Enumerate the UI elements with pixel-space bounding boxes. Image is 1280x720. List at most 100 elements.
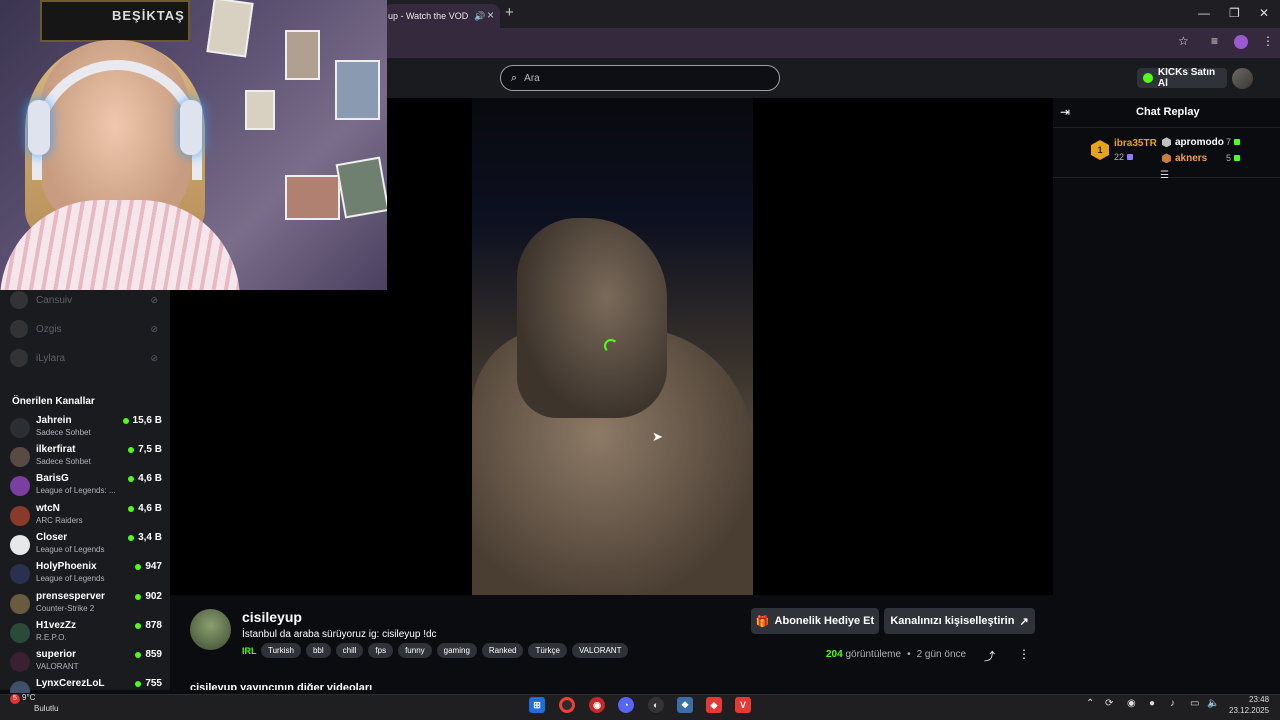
viewer-count: 7,5 B [128, 444, 162, 455]
recommended-channel[interactable]: Closer League of Legends 3,4 B [10, 531, 162, 559]
volume-icon[interactable]: 🔈 [1207, 698, 1219, 709]
viewer-count-value: 4,6 B [138, 503, 162, 514]
tag[interactable]: funny [398, 643, 432, 658]
clock[interactable]: 23:48 23.12.2025 [1229, 694, 1269, 716]
followed-channel[interactable]: Ozgis ⊘ [10, 319, 160, 339]
collapse-chat-icon[interactable]: ⇥ [1060, 105, 1070, 119]
discord-icon[interactable]: ◔ [618, 697, 634, 713]
mouse-cursor-icon: ➤ [652, 429, 663, 444]
speaker-icon[interactable]: 🔊 [474, 11, 485, 22]
close-tab-icon[interactable]: × [487, 8, 494, 22]
rank-badge-icon [1162, 153, 1171, 164]
close-window-button[interactable]: ✕ [1259, 6, 1269, 20]
app-icon[interactable]: ◉ [589, 697, 605, 713]
other-videos-heading: cisileyup yayıncının diğer videoları [190, 682, 373, 690]
browser-tab[interactable]: up - Watch the VOD 🔊 × [384, 4, 500, 28]
streamer-avatar[interactable] [190, 609, 231, 650]
avatar [10, 535, 30, 555]
channel-name: ilkerfirat [36, 444, 76, 455]
menu-icon[interactable]: ⋮ [1262, 34, 1274, 48]
avatar [10, 506, 30, 526]
chrome-icon[interactable] [559, 697, 575, 713]
kicks-buy-button[interactable]: KICKs Satın Al [1137, 67, 1227, 89]
chat-title: Chat Replay [1136, 106, 1200, 118]
viewer-count: 902 [135, 591, 162, 602]
search-input[interactable]: ⌕ Ara [500, 65, 780, 91]
share-icon[interactable]: ⤴ [984, 648, 995, 664]
banner-text: BEŞİKTAŞ [112, 8, 185, 23]
views-count: 204 [826, 649, 843, 660]
offline-icon: ⊘ [150, 294, 158, 305]
avatar [10, 320, 28, 338]
tag[interactable]: Ranked [481, 643, 524, 658]
media-control-icon[interactable]: ≡ [1211, 34, 1218, 48]
search-placeholder: Ara [524, 72, 540, 84]
new-tab-button[interactable]: + [505, 4, 514, 21]
star-icon[interactable]: ☆ [1178, 34, 1189, 48]
sync-icon[interactable]: ⟳ [1105, 698, 1113, 709]
top-gifter-count: 22 [1114, 152, 1134, 162]
restore-button[interactable]: ❐ [1229, 6, 1240, 20]
recommended-channel[interactable]: ilkerfirat Sadece Sohbet 7,5 B [10, 443, 162, 471]
gifter-count: 7 [1226, 137, 1241, 147]
customize-channel-button[interactable]: Kanalınızı kişiselleştirin ↗ [884, 608, 1035, 634]
top-gifter-name[interactable]: ibra35TR [1114, 138, 1157, 149]
channel-name: Jahrein [36, 415, 72, 426]
profile-avatar[interactable] [1234, 35, 1248, 49]
app-icon[interactable]: ◆ [706, 697, 722, 713]
windows-start-icon[interactable]: ⊞ [529, 697, 545, 713]
recommended-channel[interactable]: prensesperver Counter-Strike 2 902 [10, 590, 162, 618]
viewer-count: 4,6 B [128, 503, 162, 514]
tag[interactable]: gaming [436, 643, 477, 658]
user-avatar[interactable] [1232, 68, 1253, 89]
chevron-up-icon[interactable]: ⌃ [1086, 698, 1094, 709]
headset-ear-left [28, 100, 50, 155]
viewer-count-value: 859 [145, 649, 162, 660]
notification-badge: 5 [10, 694, 20, 704]
microphone-icon[interactable]: ♪ [1170, 698, 1175, 709]
recommended-channel[interactable]: LynxCerezLoL 755 [10, 677, 162, 693]
channel-category: Sadece Sohbet [36, 457, 91, 466]
live-dot-icon [135, 563, 142, 570]
app-icon[interactable]: ❖ [677, 697, 693, 713]
channel-name: Closer [36, 532, 68, 543]
clock-time: 23:48 [1249, 695, 1270, 704]
video-stats: 204 görüntüleme • 2 gün önce [826, 649, 966, 660]
viewer-count: 755 [135, 678, 162, 689]
tag[interactable]: Turkish [261, 643, 301, 658]
minimize-button[interactable]: — [1198, 6, 1210, 20]
expand-gifters-icon[interactable]: ☰ [1160, 170, 1169, 181]
streamer-name[interactable]: cisileyup [242, 609, 302, 625]
recommended-channel[interactable]: Jahrein Sadece Sohbet 15,6 B [10, 414, 162, 442]
more-options-icon[interactable]: ⋮ [1018, 647, 1030, 661]
app-icon[interactable]: ◐ [648, 697, 664, 713]
wall-photo [285, 175, 340, 220]
customize-button-label: Kanalınızı kişiselleştirin [890, 615, 1015, 627]
followed-channel[interactable]: iLylara ⊘ [10, 348, 160, 368]
gifter-entry[interactable]: apromodo [1162, 137, 1224, 148]
recommended-channel[interactable]: H1vezZz R.E.P.O. 878 [10, 619, 162, 647]
category-link[interactable]: IRL [242, 646, 257, 656]
recommended-channel[interactable]: wtcN ARC Raiders 4,6 B [10, 502, 162, 530]
tag[interactable]: Türkçe [528, 643, 567, 658]
tag[interactable]: fps [368, 643, 394, 658]
network-icon[interactable]: ▭ [1190, 698, 1199, 709]
followed-channel[interactable]: Cansuiv ⊘ [10, 290, 160, 310]
app-tray-icon[interactable]: ◉ [1127, 698, 1136, 709]
weather-temp: 9°C [22, 693, 36, 702]
tag[interactable]: VALORANT [571, 643, 629, 658]
wall-photo [285, 30, 320, 80]
tag[interactable]: bbl [305, 643, 331, 658]
recommended-channel[interactable]: superior VALORANT 859 [10, 648, 162, 676]
gifter-count: 5 [1226, 153, 1241, 163]
recommended-channel[interactable]: BarisG League of Legends: ... 4,6 B [10, 472, 162, 500]
live-dot-icon [135, 680, 142, 687]
channel-name: H1vezZz [36, 620, 77, 631]
status-tray-icon[interactable]: ● [1149, 698, 1155, 709]
recommended-channel[interactable]: HolyPhoenix League of Legends 947 [10, 560, 162, 588]
weather-widget[interactable]: 5 9°C Bulutlu [10, 693, 58, 713]
gift-subscription-button[interactable]: 🎁 Abonelik Hediye Et [751, 608, 879, 634]
gifter-entry[interactable]: akners [1162, 153, 1207, 164]
valorant-icon[interactable]: V [735, 697, 751, 713]
tag[interactable]: chill [335, 643, 364, 658]
